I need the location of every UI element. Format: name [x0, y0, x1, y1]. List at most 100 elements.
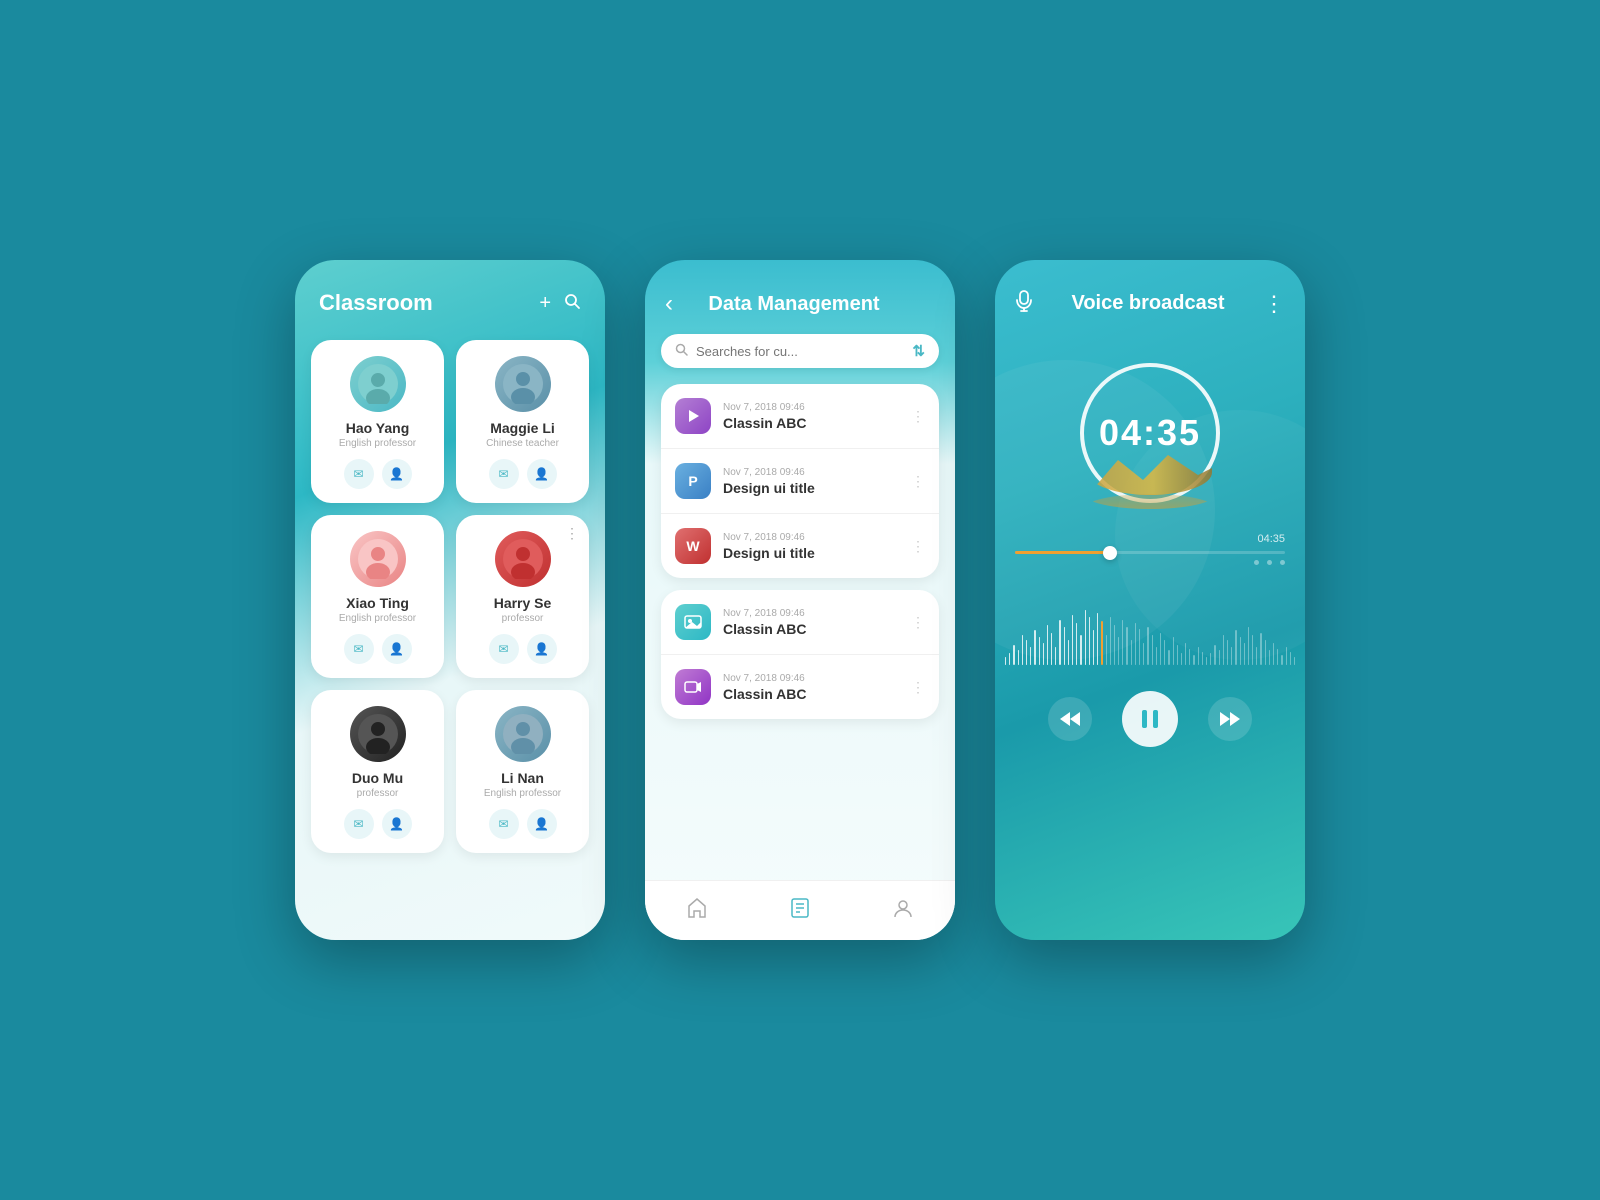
profile-btn-maggie-li[interactable]: 👤 — [527, 459, 557, 489]
wave-bar-69 — [1294, 657, 1295, 665]
profile-btn-xiao-ting[interactable]: 👤 — [382, 634, 412, 664]
avatar-xiao-ting — [350, 531, 406, 587]
wave-bar-48 — [1206, 657, 1207, 665]
message-btn-li-nan[interactable]: ✉ — [489, 809, 519, 839]
name-li-nan: Li Nan — [501, 770, 544, 786]
more-btn-5[interactable]: ⋮ — [911, 679, 925, 696]
more-btn-1[interactable]: ⋮ — [911, 408, 925, 425]
file-icon-classin — [675, 398, 711, 434]
person-card-harry-se[interactable]: ⋮ Harry Se professor ✉ 👤 — [456, 515, 589, 678]
wave-bar-44 — [1189, 649, 1190, 665]
message-btn-harry-se[interactable]: ✉ — [489, 634, 519, 664]
more-btn-4[interactable]: ⋮ — [911, 614, 925, 631]
avatar-li-nan — [495, 706, 551, 762]
person-card-duo-mu[interactable]: Duo Mu professor ✉ 👤 — [311, 690, 444, 853]
search-bar: ⇅ — [661, 334, 939, 368]
wave-bar-1 — [1009, 653, 1010, 665]
actions-duo-mu: ✉ 👤 — [344, 809, 412, 839]
name-duo-mu: Duo Mu — [352, 770, 403, 786]
profile-btn-harry-se[interactable]: 👤 — [527, 634, 557, 664]
data-group-2: Nov 7, 2018 09:46 Classin ABC ⋮ Nov 7, 2… — [661, 590, 939, 719]
forward-button[interactable] — [1208, 697, 1252, 741]
avatar-maggie-li — [495, 356, 551, 412]
search-bar-icon — [675, 343, 688, 359]
wave-bar-58 — [1248, 627, 1249, 665]
wave-bar-56 — [1240, 637, 1241, 665]
message-btn-xiao-ting[interactable]: ✉ — [344, 634, 374, 664]
wave-bar-47 — [1202, 652, 1203, 665]
search-icon[interactable] — [563, 292, 581, 315]
name-hao-yang: Hao Yang — [346, 420, 410, 436]
filename-2: Design ui title — [723, 480, 899, 496]
wave-bar-6 — [1030, 647, 1031, 665]
date-3: Nov 7, 2018 09:46 — [723, 532, 899, 543]
filter-icon[interactable]: ⇅ — [912, 342, 925, 360]
person-grid: Hao Yang English professor ✉ 👤 Maggie Li… — [295, 332, 605, 869]
avatar-duo-mu — [350, 706, 406, 762]
progress-thumb[interactable] — [1103, 546, 1117, 560]
profile-btn-hao-yang[interactable]: 👤 — [382, 459, 412, 489]
wave-bar-9 — [1043, 643, 1044, 665]
data-item-3[interactable]: W Nov 7, 2018 09:46 Design ui title ⋮ — [661, 514, 939, 578]
wave-bar-21 — [1093, 630, 1094, 665]
wave-bar-33 — [1143, 643, 1144, 665]
role-li-nan: English professor — [484, 788, 561, 799]
wave-bar-53 — [1227, 640, 1228, 665]
wave-bar-4 — [1022, 635, 1023, 665]
waveform — [995, 565, 1305, 675]
actions-li-nan: ✉ 👤 — [489, 809, 557, 839]
rewind-button[interactable] — [1048, 697, 1092, 741]
wave-bar-25 — [1110, 617, 1111, 665]
wave-bar-2 — [1013, 645, 1014, 665]
profile-btn-li-nan[interactable]: 👤 — [527, 809, 557, 839]
message-btn-maggie-li[interactable]: ✉ — [489, 459, 519, 489]
add-icon[interactable]: + — [539, 292, 551, 315]
filename-3: Design ui title — [723, 545, 899, 561]
wave-bar-14 — [1064, 627, 1065, 665]
person-card-li-nan[interactable]: Li Nan English professor ✉ 👤 — [456, 690, 589, 853]
wave-bar-38 — [1164, 640, 1165, 665]
more-btn-3[interactable]: ⋮ — [911, 538, 925, 555]
wave-bar-12 — [1055, 647, 1056, 665]
timer-ring: 04:35 — [1080, 363, 1220, 503]
data-item-1[interactable]: Nov 7, 2018 09:46 Classin ABC ⋮ — [661, 384, 939, 449]
data-management-title: Data Management — [685, 293, 903, 316]
back-button[interactable]: ‹ — [665, 290, 673, 318]
nav-home[interactable] — [686, 897, 708, 925]
nav-book[interactable] — [789, 897, 811, 925]
profile-btn-duo-mu[interactable]: 👤 — [382, 809, 412, 839]
wave-bar-18 — [1080, 635, 1081, 665]
more-btn-2[interactable]: ⋮ — [911, 473, 925, 490]
person-card-maggie-li[interactable]: Maggie Li Chinese teacher ✉ 👤 — [456, 340, 589, 503]
bottom-nav — [645, 880, 955, 940]
wave-bar-51 — [1219, 650, 1220, 665]
actions-hao-yang: ✉ 👤 — [344, 459, 412, 489]
nav-profile[interactable] — [892, 897, 914, 925]
wave-bar-31 — [1135, 623, 1136, 665]
progress-track[interactable] — [1015, 551, 1285, 554]
mic-icon — [1015, 290, 1033, 317]
data-item-4[interactable]: Nov 7, 2018 09:46 Classin ABC ⋮ — [661, 590, 939, 655]
data-item-5[interactable]: Nov 7, 2018 09:46 Classin ABC ⋮ — [661, 655, 939, 719]
search-input[interactable] — [696, 344, 904, 359]
wave-bar-13 — [1059, 620, 1060, 665]
pause-button[interactable] — [1122, 691, 1178, 747]
file-icon-design-p: P — [675, 463, 711, 499]
data-management-phone: ‹ Data Management ⇅ Nov 7, 2018 09:46 Cl… — [645, 260, 955, 940]
message-btn-duo-mu[interactable]: ✉ — [344, 809, 374, 839]
voice-more-icon[interactable]: ⋮ — [1263, 291, 1285, 317]
data-item-2[interactable]: P Nov 7, 2018 09:46 Design ui title ⋮ — [661, 449, 939, 514]
file-icon-design-w: W — [675, 528, 711, 564]
wave-bar-63 — [1269, 650, 1270, 665]
name-maggie-li: Maggie Li — [490, 420, 555, 436]
message-btn-hao-yang[interactable]: ✉ — [344, 459, 374, 489]
wave-bar-54 — [1231, 647, 1232, 665]
wave-bar-32 — [1139, 629, 1140, 665]
more-dots-harry-se[interactable]: ⋮ — [565, 525, 579, 542]
person-card-xiao-ting[interactable]: Xiao Ting English professor ✉ 👤 — [311, 515, 444, 678]
wave-bar-19 — [1085, 610, 1086, 665]
wave-bar-29 — [1126, 627, 1127, 665]
person-card-hao-yang[interactable]: Hao Yang English professor ✉ 👤 — [311, 340, 444, 503]
file-icon-classin-img — [675, 604, 711, 640]
wave-bar-24 — [1106, 635, 1107, 665]
